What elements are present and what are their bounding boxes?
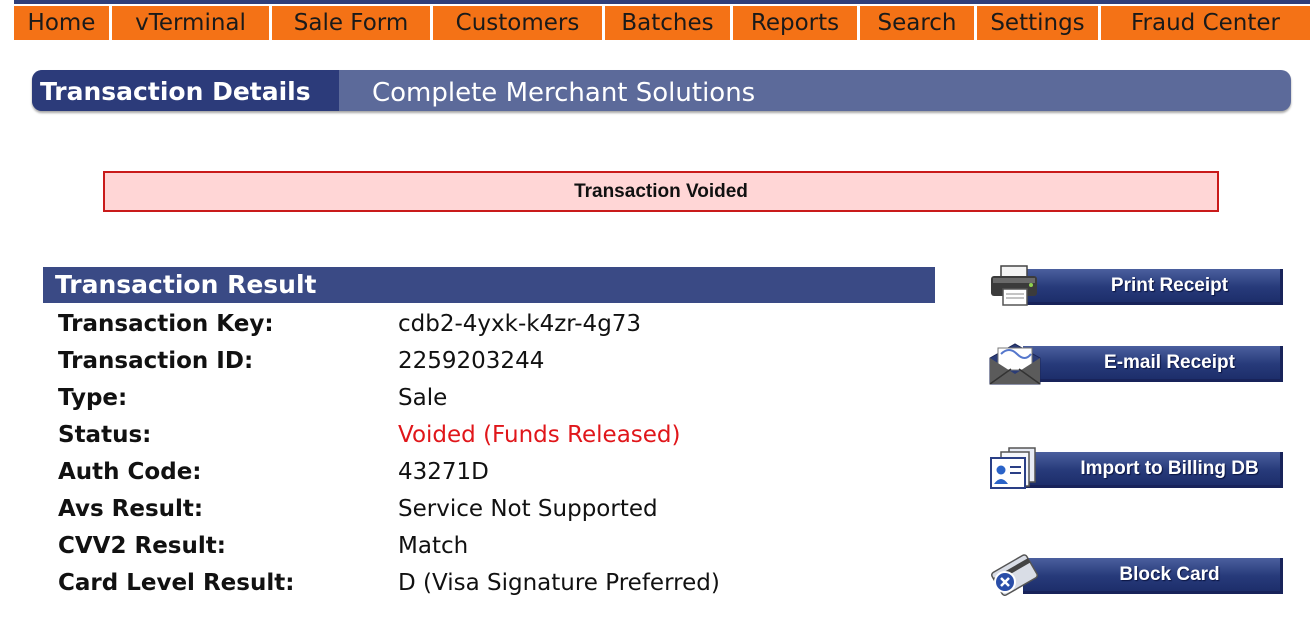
nav-item-sale-form[interactable]: Sale Form <box>272 6 433 40</box>
page-subtitle: Complete Merchant Solutions <box>372 78 756 108</box>
auth-code-value: 43271D <box>398 459 489 485</box>
envelope-icon <box>989 343 1041 385</box>
section-header-transaction-result: Transaction Result <box>43 267 935 303</box>
page-title: Transaction Details <box>32 70 339 111</box>
block-card-label: Block Card <box>1023 558 1283 594</box>
detail-label: CVV2 Result: <box>58 533 226 559</box>
type-value: Sale <box>398 385 448 411</box>
email-receipt-button[interactable]: E-mail Receipt <box>987 340 1283 386</box>
detail-label: Avs Result: <box>58 496 204 522</box>
status-value: Voided (Funds Released) <box>398 422 681 448</box>
block-card-button[interactable]: Block Card <box>987 552 1283 598</box>
detail-label: Auth Code: <box>58 459 202 485</box>
main-nav: Home vTerminal Sale Form Customers Batch… <box>14 6 1310 40</box>
nav-item-customers[interactable]: Customers <box>433 6 605 40</box>
contact-cards-icon <box>990 447 1036 489</box>
email-receipt-label: E-mail Receipt <box>1023 346 1283 382</box>
nav-item-vterminal[interactable]: vTerminal <box>112 6 272 40</box>
detail-label: Transaction Key: <box>58 311 274 337</box>
nav-item-fraud-center[interactable]: Fraud Center <box>1101 6 1310 40</box>
print-receipt-button[interactable]: Print Receipt <box>987 263 1283 309</box>
transaction-id-value: 2259203244 <box>398 348 545 374</box>
detail-label: Transaction ID: <box>58 348 254 374</box>
block-card-icon <box>991 554 1038 597</box>
nav-item-settings[interactable]: Settings <box>977 6 1101 40</box>
detail-label: Type: <box>58 385 128 411</box>
import-to-billing-db-button[interactable]: Import to Billing DB <box>987 446 1283 492</box>
nav-top-border <box>14 0 1310 4</box>
nav-item-search[interactable]: Search <box>860 6 977 40</box>
detail-label: Card Level Result: <box>58 570 295 596</box>
avs-result-value: Service Not Supported <box>398 496 658 522</box>
nav-item-home[interactable]: Home <box>14 6 112 40</box>
status-notice: Transaction Voided <box>103 171 1219 212</box>
cvv2-result-value: Match <box>398 533 469 559</box>
printer-icon <box>991 265 1037 306</box>
nav-item-batches[interactable]: Batches <box>605 6 733 40</box>
card-level-result-value: D (Visa Signature Preferred) <box>398 570 720 596</box>
page-banner: Transaction Details Complete Merchant So… <box>32 70 1291 111</box>
detail-label: Status: <box>58 422 152 448</box>
import-to-billing-db-label: Import to Billing DB <box>1023 452 1283 488</box>
transaction-key-value: cdb2-4yxk-k4zr-4g73 <box>398 311 642 337</box>
nav-item-reports[interactable]: Reports <box>733 6 860 40</box>
print-receipt-label: Print Receipt <box>1023 269 1283 305</box>
